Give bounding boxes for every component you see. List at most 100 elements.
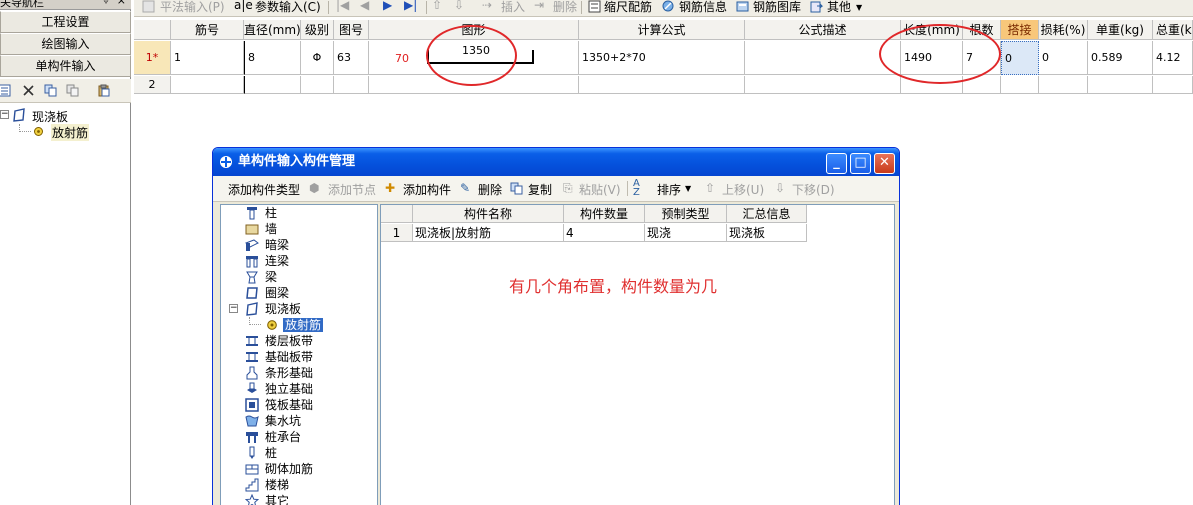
nav-button-single-component-input[interactable]: 单构件输入 — [0, 55, 131, 77]
col-header-prefab-type[interactable]: 预制类型 — [645, 205, 727, 223]
col-header-summary[interactable]: 汇总信息 — [727, 205, 807, 223]
sort-button[interactable]: 排序 — [657, 181, 681, 198]
insert-button[interactable]: 插入 — [501, 0, 525, 15]
list-cell-name[interactable]: 现浇板|放射筋 — [413, 224, 564, 242]
col-header-lap[interactable]: 搭接 — [1001, 20, 1039, 40]
tree-item-column[interactable]: 柱 — [245, 205, 277, 221]
cell-grade[interactable]: Φ — [301, 41, 334, 75]
cell-total-weight[interactable]: 4.12 — [1153, 41, 1193, 75]
move-up-icon[interactable]: ⇧ — [432, 0, 442, 12]
maximize-button[interactable]: □ — [850, 153, 871, 174]
cell-formula-desc[interactable] — [745, 41, 901, 75]
col-header-figure-no[interactable]: 图号 — [334, 20, 369, 40]
tree-item-raft-foundation[interactable]: 筏板基础 — [245, 397, 313, 413]
cell-bar-no[interactable]: 1 — [171, 41, 244, 75]
delete-button[interactable]: 删除 — [553, 0, 577, 15]
cell-figure-no[interactable] — [334, 76, 369, 94]
tree-item-foundation-strip[interactable]: 基础板带 — [245, 349, 313, 365]
cell-unit-weight[interactable]: 0.589 — [1088, 41, 1153, 75]
row-number[interactable]: 2 — [134, 76, 171, 94]
list-cell-summary[interactable]: 现浇板 — [727, 224, 807, 242]
scale-rebar-button[interactable]: 缩尺配筋 — [604, 0, 652, 15]
tree-item-wall[interactable]: 墙 — [245, 221, 277, 237]
tree-item-radial-bar[interactable]: 放射筋 — [265, 317, 324, 333]
col-header-component-name[interactable]: 构件名称 — [413, 205, 564, 223]
first-record-icon[interactable]: |◀ — [336, 0, 349, 12]
move-down-button[interactable]: 下移(D) — [792, 181, 835, 198]
tree-item-beam[interactable]: 梁 — [245, 269, 277, 285]
nav-button-project-settings[interactable]: 工程设置 — [0, 11, 131, 33]
dialog-copy-button[interactable]: 复制 — [528, 181, 552, 198]
dialog-titlebar[interactable]: 单构件输入构件管理 _ □ ✕ — [213, 148, 899, 176]
cell-loss[interactable] — [1039, 76, 1088, 94]
dialog-paste-button[interactable]: 粘贴(V) — [579, 181, 621, 198]
close-icon[interactable]: × — [117, 0, 126, 7]
cell-formula[interactable] — [579, 76, 745, 94]
tree-item-slab[interactable]: − 现浇板 — [229, 301, 301, 317]
add-node-button[interactable]: 添加节点 — [328, 181, 376, 198]
chevron-down-icon[interactable]: ▼ — [685, 184, 691, 193]
tree-item-strip-foundation[interactable]: 条形基础 — [245, 365, 313, 381]
row-number[interactable]: 1* — [134, 41, 171, 75]
cell-formula[interactable]: 1350+2*70 — [579, 41, 745, 75]
rebar-library-button[interactable]: 钢筋图库 — [753, 0, 801, 15]
dialog-delete-button[interactable]: 删除 — [478, 181, 502, 198]
cell-figure-no[interactable]: 63 — [334, 41, 369, 75]
cell-lap[interactable]: 0 — [1001, 41, 1039, 75]
col-header-loss[interactable]: 损耗(%) — [1039, 20, 1088, 40]
param-input-button[interactable]: 参数输入(C) — [255, 0, 321, 15]
prev-record-icon[interactable]: ◀ — [360, 0, 369, 12]
cell-diameter[interactable]: 8 — [244, 41, 301, 75]
move-up-button[interactable]: 上移(U) — [722, 181, 764, 198]
tree-item-masonry-reinforcement[interactable]: 砌体加筋 — [245, 461, 313, 477]
cell-total-weight[interactable] — [1153, 76, 1193, 94]
cell-bar-no[interactable] — [171, 76, 244, 94]
tree-item-isolated-foundation[interactable]: 独立基础 — [245, 381, 313, 397]
cell-unit-weight[interactable] — [1088, 76, 1153, 94]
tree-item-stairs[interactable]: 楼梯 — [245, 477, 289, 493]
tree-item-other[interactable]: 其它 — [245, 493, 289, 505]
list-cell-type[interactable]: 现浇 — [645, 224, 727, 242]
list-cell-qty[interactable]: 4 — [564, 224, 645, 242]
col-header-unit-weight[interactable]: 单重(kg) — [1088, 20, 1153, 40]
col-header-component-qty[interactable]: 构件数量 — [564, 205, 645, 223]
tree-item-coupling-beam[interactable]: 连梁 — [245, 253, 289, 269]
minimize-button[interactable]: _ — [826, 153, 847, 174]
copy-alt-icon[interactable] — [66, 84, 79, 97]
delete-icon[interactable] — [22, 84, 35, 97]
col-header-formula-desc[interactable]: 公式描述 — [745, 20, 901, 40]
next-record-icon[interactable]: ▶ — [383, 0, 392, 12]
tree-item-pile-cap[interactable]: 桩承台 — [245, 429, 301, 445]
last-record-icon[interactable]: ▶| — [404, 0, 417, 12]
cell-loss[interactable]: 0 — [1039, 41, 1088, 75]
tree-item-ring-beam[interactable]: 圈梁 — [245, 285, 289, 301]
col-header-bar-no[interactable]: 筋号 — [171, 20, 244, 40]
add-component-button[interactable]: 添加构件 — [403, 181, 451, 198]
list-icon[interactable] — [0, 84, 11, 97]
collapse-icon[interactable]: − — [229, 304, 238, 313]
tree-item-pile[interactable]: 桩 — [245, 445, 277, 461]
tree-item-floor-strip[interactable]: 楼层板带 — [245, 333, 313, 349]
copy-icon[interactable] — [44, 84, 57, 97]
col-header-formula[interactable]: 计算公式 — [579, 20, 745, 40]
move-down-icon[interactable]: ⇩ — [454, 0, 464, 12]
other-button[interactable]: 其他 — [827, 0, 851, 15]
cell-diameter[interactable] — [244, 76, 301, 94]
tree-item-hidden-beam[interactable]: 暗梁 — [245, 237, 289, 253]
col-header-total-weight[interactable]: 总重(k — [1153, 20, 1193, 40]
paste-icon[interactable] — [97, 84, 110, 97]
rebar-info-button[interactable]: 钢筋信息 — [679, 0, 727, 15]
chevron-down-icon[interactable]: ▼ — [856, 3, 862, 12]
add-component-type-button[interactable]: 添加构件类型 — [228, 181, 300, 198]
cell-lap[interactable] — [1001, 76, 1039, 94]
tree-item-sump-pit[interactable]: 集水坑 — [245, 413, 301, 429]
cell-formula-desc[interactable] — [745, 76, 901, 94]
nav-button-drawing-input[interactable]: 绘图输入 — [0, 33, 131, 55]
list-row-number[interactable]: 1 — [381, 224, 413, 242]
cell-grade[interactable] — [301, 76, 334, 94]
close-button[interactable]: ✕ — [874, 153, 895, 174]
col-header-grade[interactable]: 级别 — [301, 20, 334, 40]
collapse-icon[interactable]: − — [0, 110, 9, 119]
pin-icon[interactable]: ᛰ — [103, 0, 109, 6]
flat-input-button[interactable]: 平法输入(P) — [160, 0, 225, 15]
